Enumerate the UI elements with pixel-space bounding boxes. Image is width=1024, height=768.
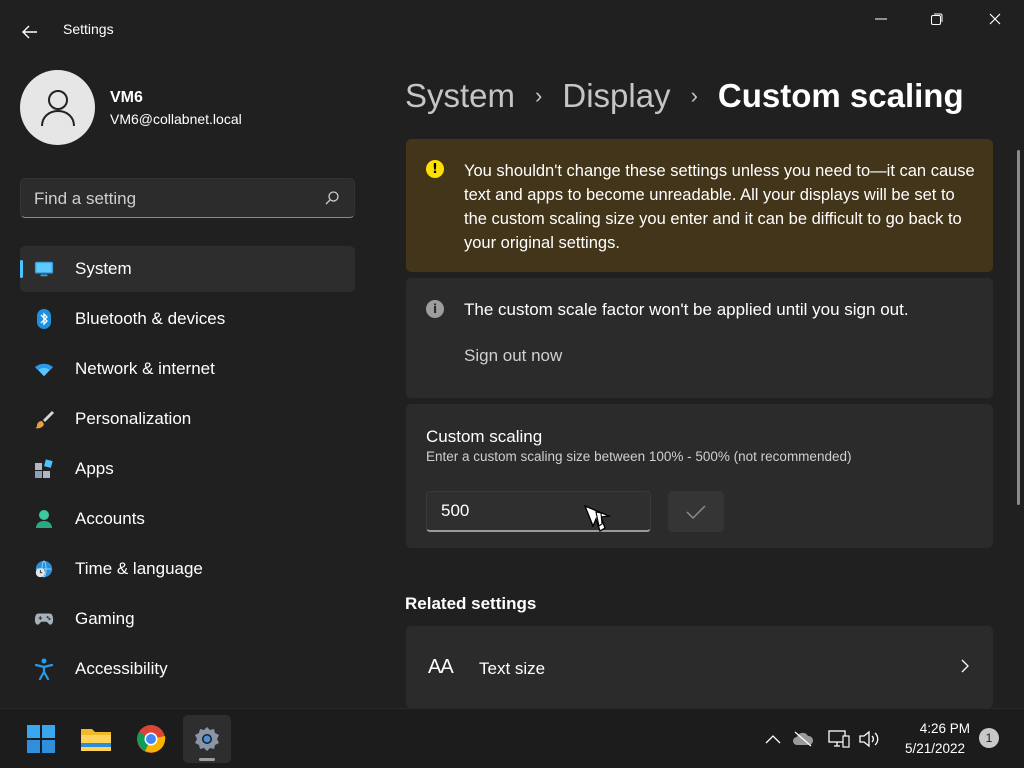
apply-button[interactable]: [668, 491, 724, 532]
settings-icon: [195, 727, 219, 751]
sidebar-item-label: Personalization: [75, 409, 192, 428]
sidebar-item-time-language[interactable]: Time & language: [20, 546, 355, 592]
sidebar-item-label: Accessibility: [75, 659, 168, 678]
search-input[interactable]: [34, 188, 314, 210]
accessibility-icon: [34, 658, 54, 680]
text-size-icon: AA: [428, 656, 454, 678]
page-title: Custom scaling: [717, 77, 964, 114]
sidebar-item-label: Gaming: [75, 609, 135, 628]
minimize-icon: [875, 18, 887, 20]
sidebar-item-accounts[interactable]: Accounts: [20, 496, 355, 542]
search-icon[interactable]: [324, 190, 340, 210]
active-app-indicator: [199, 758, 215, 761]
start-button[interactable]: [17, 715, 65, 763]
monitor-icon: [34, 259, 54, 279]
start-icon: [27, 725, 55, 753]
chrome-icon: [137, 725, 166, 753]
title-bar: Settings: [0, 0, 1024, 62]
breadcrumb: System › Display › Custom scaling: [405, 74, 964, 118]
globe-clock-icon: [34, 559, 54, 579]
checkmark-icon: [686, 504, 706, 519]
sidebar-item-apps[interactable]: Apps: [20, 446, 355, 492]
wifi-icon: [34, 359, 54, 379]
chevron-up-icon[interactable]: [762, 729, 784, 749]
brush-icon: [34, 409, 54, 429]
breadcrumb-display[interactable]: Display: [562, 77, 670, 115]
close-button[interactable]: [972, 4, 1018, 34]
chrome-button[interactable]: [127, 715, 175, 763]
apps-icon: [34, 459, 54, 479]
onedrive-offline-icon[interactable]: [792, 729, 814, 749]
sidebar-item-gaming[interactable]: Gaming: [20, 596, 355, 642]
warning-card: ! You shouldn't change these settings un…: [406, 139, 993, 272]
scrollbar[interactable]: [1017, 150, 1020, 505]
chevron-right-icon: ›: [690, 83, 698, 108]
info-icon: i: [426, 300, 444, 318]
avatar[interactable]: [20, 70, 95, 145]
sidebar-item-system[interactable]: System: [20, 246, 355, 292]
sign-out-now-button[interactable]: Sign out now: [464, 346, 562, 366]
sidebar-item-accessibility[interactable]: Accessibility: [20, 646, 355, 692]
search-box[interactable]: [20, 178, 355, 218]
breadcrumb-system[interactable]: System: [405, 77, 515, 115]
text-size-label: Text size: [479, 659, 546, 678]
warning-icon: !: [426, 160, 444, 178]
sidebar-item-label: Network & internet: [75, 359, 215, 378]
sidebar-item-label: System: [75, 259, 132, 278]
close-icon: [989, 13, 1001, 25]
chevron-right-icon: ›: [535, 83, 543, 108]
file-explorer-button[interactable]: [72, 715, 120, 763]
custom-scaling-input[interactable]: [426, 491, 651, 532]
notification-badge[interactable]: 1: [979, 728, 999, 748]
taskbar: 4:26 PM 5/21/2022 1: [0, 708, 1024, 768]
sidebar-nav: System Bluetooth & devices Network & int…: [20, 246, 355, 696]
sidebar-item-label: Apps: [75, 459, 114, 478]
clock-time[interactable]: 4:26 PM: [895, 721, 970, 736]
person-icon: [34, 509, 54, 529]
gamepad-icon: [34, 609, 54, 629]
user-name: VM6: [110, 89, 143, 106]
restore-icon: [931, 13, 943, 25]
related-settings-heading: Related settings: [405, 594, 537, 613]
chevron-right-icon: [961, 658, 969, 677]
sidebar-item-personalization[interactable]: Personalization: [20, 396, 355, 442]
warning-text: You shouldn't change these settings unle…: [464, 162, 975, 252]
back-arrow-icon: [22, 25, 37, 39]
info-text: The custom scale factor won't be applied…: [464, 300, 909, 319]
network-icon[interactable]: [828, 729, 850, 749]
back-button[interactable]: [14, 18, 46, 46]
sidebar-item-label: Bluetooth & devices: [75, 309, 226, 328]
sidebar-item-network[interactable]: Network & internet: [20, 346, 355, 392]
restore-button[interactable]: [914, 4, 960, 34]
mouse-cursor-icon: [582, 502, 612, 538]
file-explorer-icon: [81, 729, 111, 751]
minimize-button[interactable]: [858, 4, 904, 34]
custom-scaling-description: Enter a custom scaling size between 100%…: [426, 449, 852, 464]
user-icon: [40, 89, 75, 126]
info-card: i The custom scale factor won't be appli…: [406, 278, 993, 398]
sidebar-item-label: Time & language: [75, 559, 203, 578]
sidebar-item-bluetooth[interactable]: Bluetooth & devices: [20, 296, 355, 342]
custom-scaling-title: Custom scaling: [426, 427, 543, 446]
settings-app-button[interactable]: [183, 715, 231, 763]
text-size-link[interactable]: AA Text size: [406, 626, 993, 708]
bluetooth-icon: [34, 309, 54, 329]
user-email: VM6@collabnet.local: [110, 111, 242, 127]
custom-scaling-card: Custom scaling Enter a custom scaling si…: [406, 404, 993, 548]
volume-icon[interactable]: [858, 729, 880, 749]
app-title: Settings: [63, 21, 114, 37]
clock-date[interactable]: 5/21/2022: [885, 741, 965, 756]
sidebar-item-label: Accounts: [75, 509, 145, 528]
